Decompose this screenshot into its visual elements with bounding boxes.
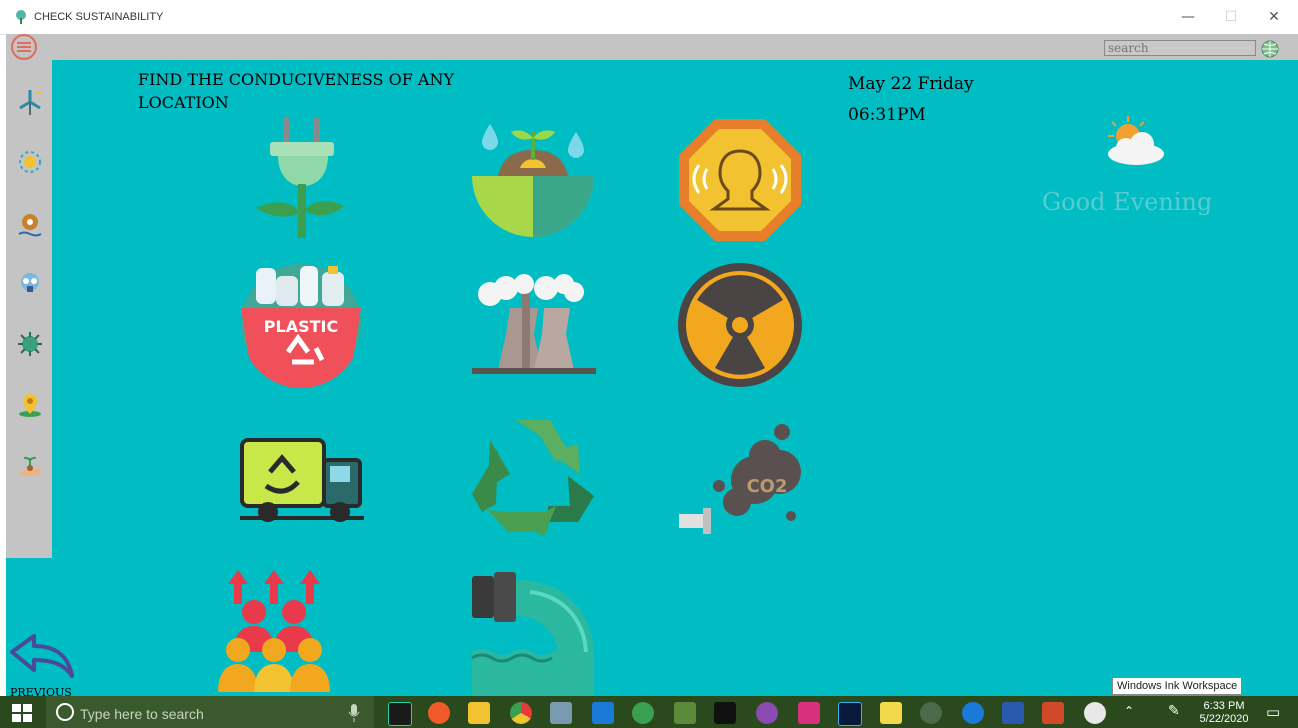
- tree-app-icon: [16, 10, 26, 24]
- weather-sun-cloud-icon: [1108, 116, 1164, 165]
- soccer-ball-icon[interactable]: [1084, 702, 1106, 724]
- date-label: May 22 Friday: [848, 74, 974, 94]
- sun-icon[interactable]: [16, 148, 44, 176]
- wind-turbine-icon[interactable]: [16, 88, 44, 116]
- notification-icon[interactable]: ▭: [1266, 703, 1280, 721]
- tile-noise[interactable]: [675, 115, 805, 245]
- menu-icon[interactable]: [8, 34, 40, 60]
- word-icon[interactable]: [1002, 702, 1024, 724]
- tile-soil-water[interactable]: [468, 112, 598, 242]
- pen-ink-icon[interactable]: ✎: [1168, 703, 1180, 719]
- sidebar: [6, 34, 52, 558]
- tile-factory-emissions[interactable]: [470, 262, 600, 392]
- photos-icon[interactable]: [550, 702, 572, 724]
- photoshop-icon[interactable]: [838, 702, 862, 726]
- globe-search-icon[interactable]: [1260, 39, 1280, 59]
- taskbar-clock[interactable]: 6:33 PM 5/22/2020: [1196, 700, 1252, 726]
- gear-water-icon[interactable]: [16, 210, 44, 238]
- tile-recycling[interactable]: [468, 410, 598, 540]
- tile-co2[interactable]: CO2: [675, 412, 805, 542]
- tile-sewage[interactable]: [468, 566, 598, 696]
- clock-time: 6:33 PM: [1203, 700, 1245, 712]
- android-studio-icon[interactable]: [632, 702, 654, 724]
- location-pin-icon[interactable]: [16, 390, 44, 418]
- vscode-icon[interactable]: [592, 702, 614, 724]
- taskbar-search[interactable]: Type here to search: [46, 696, 374, 728]
- tile-energy-plug-plant[interactable]: [238, 112, 368, 242]
- hand-plant-icon[interactable]: [16, 452, 44, 480]
- plastic-label: PLASTIC: [264, 317, 338, 336]
- title-bar: CHECK SUSTAINABILITY — ☐ ✕: [0, 0, 1298, 35]
- brave-browser-icon[interactable]: [428, 702, 450, 724]
- minimize-button[interactable]: —: [1178, 8, 1198, 26]
- time-label: 06:31PM: [848, 105, 926, 125]
- ink-workspace-tooltip: Windows Ink Workspace: [1112, 677, 1243, 695]
- powerpoint-icon[interactable]: [1042, 702, 1064, 724]
- clock-date: 5/22/2020: [1199, 713, 1249, 725]
- windows-start-icon[interactable]: [12, 704, 32, 722]
- gas-mask-icon[interactable]: [16, 270, 44, 298]
- edge-icon[interactable]: [962, 702, 984, 724]
- pycharm-icon[interactable]: [388, 702, 412, 726]
- taskbar: Type here to search ⌃ ✎ 6:33 PM 5/22/202…: [0, 696, 1298, 728]
- search-input[interactable]: [1104, 40, 1256, 56]
- sticky-notes-icon[interactable]: [880, 702, 902, 724]
- page-heading: FIND THE CONDUCIVENESS OF ANY LOCATION: [138, 70, 455, 112]
- git-icon[interactable]: [674, 702, 696, 724]
- tile-waste-truck[interactable]: [236, 410, 366, 540]
- tile-population[interactable]: [214, 566, 344, 696]
- back-arrow-icon[interactable]: [8, 632, 74, 680]
- tile-plastic[interactable]: PLASTIC: [236, 262, 366, 392]
- window-title: CHECK SUSTAINABILITY: [34, 11, 164, 23]
- search-circle-icon: [56, 703, 74, 721]
- terminal-icon[interactable]: [714, 702, 736, 724]
- close-button[interactable]: ✕: [1264, 8, 1284, 26]
- settings-gear-icon[interactable]: [920, 702, 942, 724]
- virus-icon[interactable]: [16, 330, 44, 358]
- greeting-text: Good Evening: [1042, 188, 1213, 216]
- previous-label[interactable]: PREVIOUS: [10, 686, 72, 696]
- file-explorer-icon[interactable]: [468, 702, 490, 724]
- github-desktop-icon[interactable]: [756, 702, 778, 724]
- intellij-icon[interactable]: [798, 702, 820, 724]
- tile-radiation[interactable]: [675, 260, 805, 390]
- co2-label: CO2: [746, 476, 787, 497]
- taskbar-search-placeholder: Type here to search: [80, 706, 204, 722]
- maximize-button[interactable]: ☐: [1221, 8, 1241, 26]
- chrome-icon[interactable]: [510, 702, 532, 724]
- chevron-up-icon[interactable]: ⌃: [1124, 704, 1134, 718]
- microphone-icon[interactable]: [348, 704, 360, 722]
